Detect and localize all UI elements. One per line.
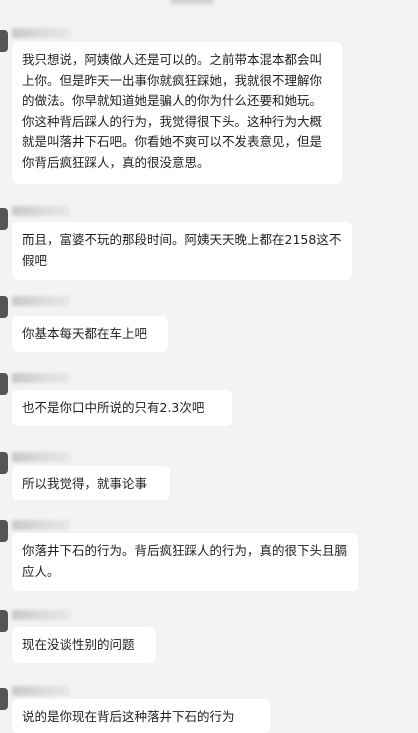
sender-name-blurred xyxy=(12,520,70,530)
message-bubble[interactable]: 所以我觉得，就事论事 xyxy=(12,466,170,500)
avatar[interactable] xyxy=(0,452,8,474)
message-bubble[interactable]: 我只想说，阿姨做人还是可以的。之前带本混本都会叫上你。但是昨天一出事你就疯狂踩她… xyxy=(12,42,342,184)
avatar[interactable] xyxy=(0,688,8,710)
sender-name-blurred xyxy=(12,296,70,306)
message-bubble[interactable]: 说的是你现在背后这种落井下石的行为 xyxy=(12,699,270,733)
sender-name-blurred xyxy=(12,686,70,696)
avatar[interactable] xyxy=(0,30,8,52)
sender-name-blurred xyxy=(12,28,70,38)
message-bubble[interactable]: 现在没谈性别的问题 xyxy=(12,627,156,663)
sender-name-blurred xyxy=(12,373,70,383)
timestamp-blurred xyxy=(170,0,214,4)
avatar[interactable] xyxy=(0,208,8,230)
sender-name-blurred xyxy=(12,610,70,620)
message-bubble[interactable]: 而且，富婆不玩的那段时间。阿姨天天晚上都在2158这不假吧 xyxy=(12,222,352,280)
avatar[interactable] xyxy=(0,610,8,632)
sender-name-blurred xyxy=(12,452,70,462)
avatar[interactable] xyxy=(0,296,8,318)
message-bubble[interactable]: 你基本每天都在车上吧 xyxy=(12,316,168,352)
avatar[interactable] xyxy=(0,373,8,395)
message-bubble[interactable]: 你落井下石的行为。背后疯狂踩人的行为，真的很下头且膈应人。 xyxy=(12,533,358,591)
message-bubble[interactable]: 也不是你口中所说的只有2.3次吧 xyxy=(12,390,232,426)
sender-name-blurred xyxy=(12,206,70,216)
avatar[interactable] xyxy=(0,520,8,542)
